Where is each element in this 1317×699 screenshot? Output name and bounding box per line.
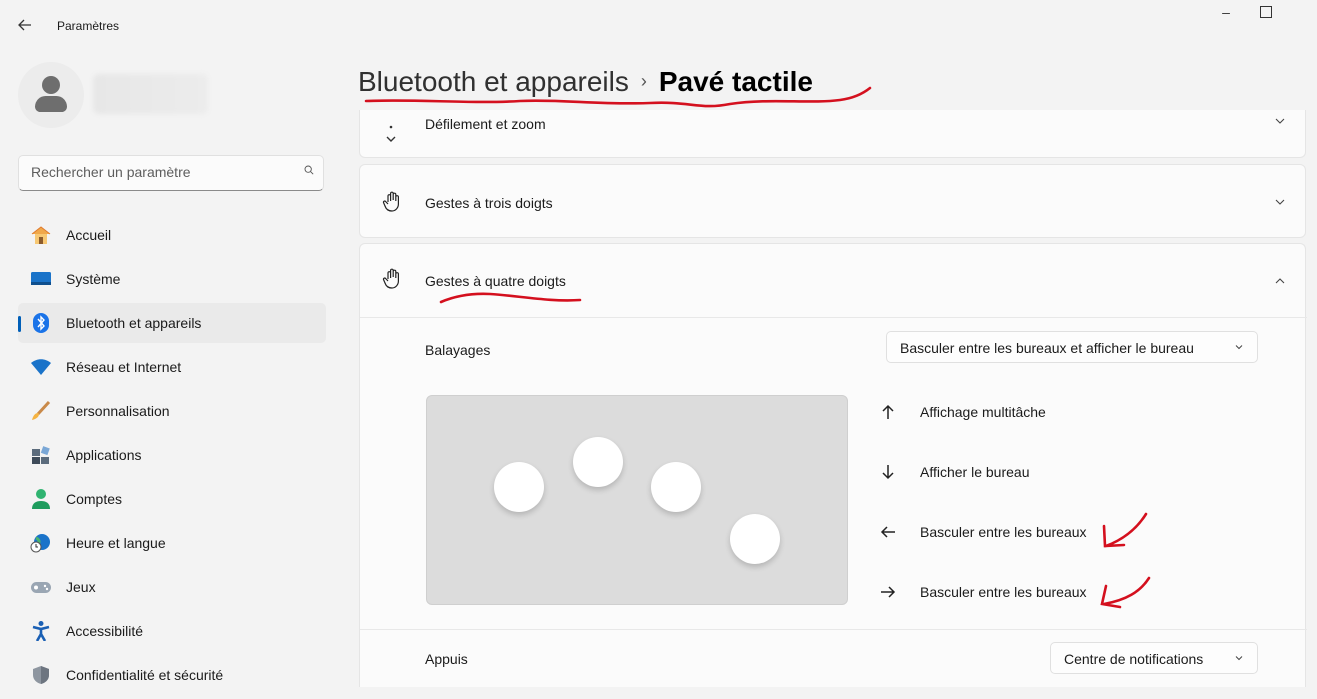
sidebar-item-personnalisation[interactable]: Personnalisation (18, 391, 326, 431)
swipes-dropdown[interactable]: Basculer entre les bureaux et afficher l… (886, 331, 1258, 363)
sidebar-item-heure[interactable]: Heure et langue (18, 523, 326, 563)
chevron-down-icon[interactable] (1275, 116, 1285, 126)
search-box[interactable] (18, 155, 324, 191)
chevron-up-icon[interactable] (1275, 276, 1285, 286)
sidebar-item-reseau[interactable]: Réseau et Internet (18, 347, 326, 387)
gesture-down: Afficher le bureau (880, 462, 1180, 486)
sidebar-item-label: Système (66, 271, 121, 287)
breadcrumb: Bluetooth et appareils › Pavé tactile (358, 66, 813, 98)
shield-icon (33, 666, 49, 684)
arrow-left-icon (880, 526, 895, 538)
sidebar-item-accessibilite[interactable]: Accessibilité (18, 611, 326, 651)
wifi-icon (31, 359, 51, 375)
arrow-up-icon (882, 404, 894, 419)
sidebar-item-label: Applications (66, 447, 142, 463)
chevron-down-icon[interactable] (1275, 197, 1285, 207)
swipes-label: Balayages (425, 342, 491, 358)
breadcrumb-parent[interactable]: Bluetooth et appareils (358, 66, 629, 97)
swipes-dropdown-value: Basculer entre les bureaux et afficher l… (900, 340, 1194, 356)
arrow-left-icon (18, 19, 31, 31)
gesture-label: Basculer entre les bureaux (920, 584, 1087, 600)
avatar-head (42, 76, 60, 94)
user-name-redacted (93, 74, 208, 114)
sidebar-item-label: Confidentialité et sécurité (66, 667, 224, 683)
sidebar-item-accueil[interactable]: Accueil (18, 215, 326, 255)
gesture-right: Basculer entre les bureaux (880, 582, 1180, 606)
sidebar-item-label: Bluetooth et appareils (66, 315, 202, 331)
taps-dropdown-value: Centre de notifications (1064, 651, 1204, 667)
breadcrumb-separator: › (640, 71, 647, 91)
taps-label: Appuis (425, 651, 468, 667)
hand-icon (382, 268, 399, 289)
section-four-finger-header[interactable]: Gestes à quatre doigts (360, 244, 1305, 318)
section-four-finger: Gestes à quatre doigts Balayages Bascule… (359, 243, 1307, 689)
section-label: Gestes à quatre doigts (425, 273, 566, 289)
sidebar-item-systeme[interactable]: Système (18, 259, 326, 299)
scroll-icon (386, 125, 396, 142)
section-three-finger[interactable]: Gestes à trois doigts (359, 164, 1306, 238)
sidebar-item-bluetooth[interactable]: Bluetooth et appareils (18, 303, 326, 343)
taps-dropdown[interactable]: Centre de notifications (1050, 642, 1258, 674)
finger-dot (651, 462, 701, 512)
section-scroll-zoom[interactable]: Défilement et zoom (359, 110, 1306, 158)
gesture-label: Afficher le bureau (920, 464, 1030, 480)
taps-row: Appuis Centre de notifications (360, 629, 1307, 689)
search-input[interactable] (31, 164, 291, 180)
sidebar-item-jeux[interactable]: Jeux (18, 567, 326, 607)
bluetooth-icon (33, 313, 49, 333)
gesture-label: Basculer entre les bureaux (920, 524, 1087, 540)
gesture-up: Affichage multitâche (880, 402, 1180, 426)
sidebar-item-label: Accessibilité (66, 623, 144, 639)
sidebar-item-comptes[interactable]: Comptes (18, 479, 326, 519)
sidebar-item-applications[interactable]: Applications (18, 435, 326, 475)
gesture-left: Basculer entre les bureaux (880, 522, 1180, 546)
search-icon[interactable] (304, 165, 314, 175)
sidebar-item-label: Heure et langue (66, 535, 166, 551)
sidebar-item-label: Jeux (66, 579, 96, 595)
maximize-button[interactable] (1260, 6, 1272, 18)
sidebar-item-confidentialite[interactable]: Confidentialité et sécurité (18, 655, 326, 695)
active-indicator (18, 316, 21, 332)
gamepad-icon (31, 582, 51, 593)
title-bar: Paramètres – (0, 0, 1317, 52)
apps-icon (32, 446, 50, 464)
finger-dot (730, 514, 780, 564)
finger-dot (494, 462, 544, 512)
minimize-button[interactable]: – (1216, 4, 1236, 24)
touchpad-illustration (426, 395, 848, 605)
arrow-down-icon (882, 465, 894, 480)
gesture-label: Affichage multitâche (920, 404, 1046, 420)
accessibility-icon (32, 621, 50, 641)
avatar-body (35, 96, 67, 112)
sidebar-item-label: Réseau et Internet (66, 359, 182, 375)
sidebar-item-label: Personnalisation (66, 403, 170, 419)
person-icon (32, 489, 50, 509)
monitor-icon (31, 272, 51, 285)
sidebar-nav: Accueil Système Bluetooth et appareils R… (18, 215, 326, 699)
app-title: Paramètres (57, 19, 120, 33)
globe-clock-icon (30, 534, 50, 553)
finger-dot (573, 437, 623, 487)
section-label: Défilement et zoom (425, 116, 546, 132)
sidebar-item-label: Comptes (66, 491, 123, 507)
back-button[interactable] (14, 16, 36, 38)
section-label: Gestes à trois doigts (425, 195, 553, 211)
page-title: Pavé tactile (658, 66, 813, 97)
chevron-down-icon (1235, 345, 1243, 350)
hand-icon (382, 191, 399, 212)
sidebar-item-label: Accueil (66, 227, 112, 243)
home-icon (31, 226, 51, 244)
avatar[interactable] (18, 62, 84, 128)
brush-icon (32, 401, 51, 420)
arrow-right-icon (881, 586, 896, 598)
swipes-row: Balayages Basculer entre les bureaux et … (360, 317, 1307, 629)
chevron-down-icon (1235, 656, 1243, 661)
